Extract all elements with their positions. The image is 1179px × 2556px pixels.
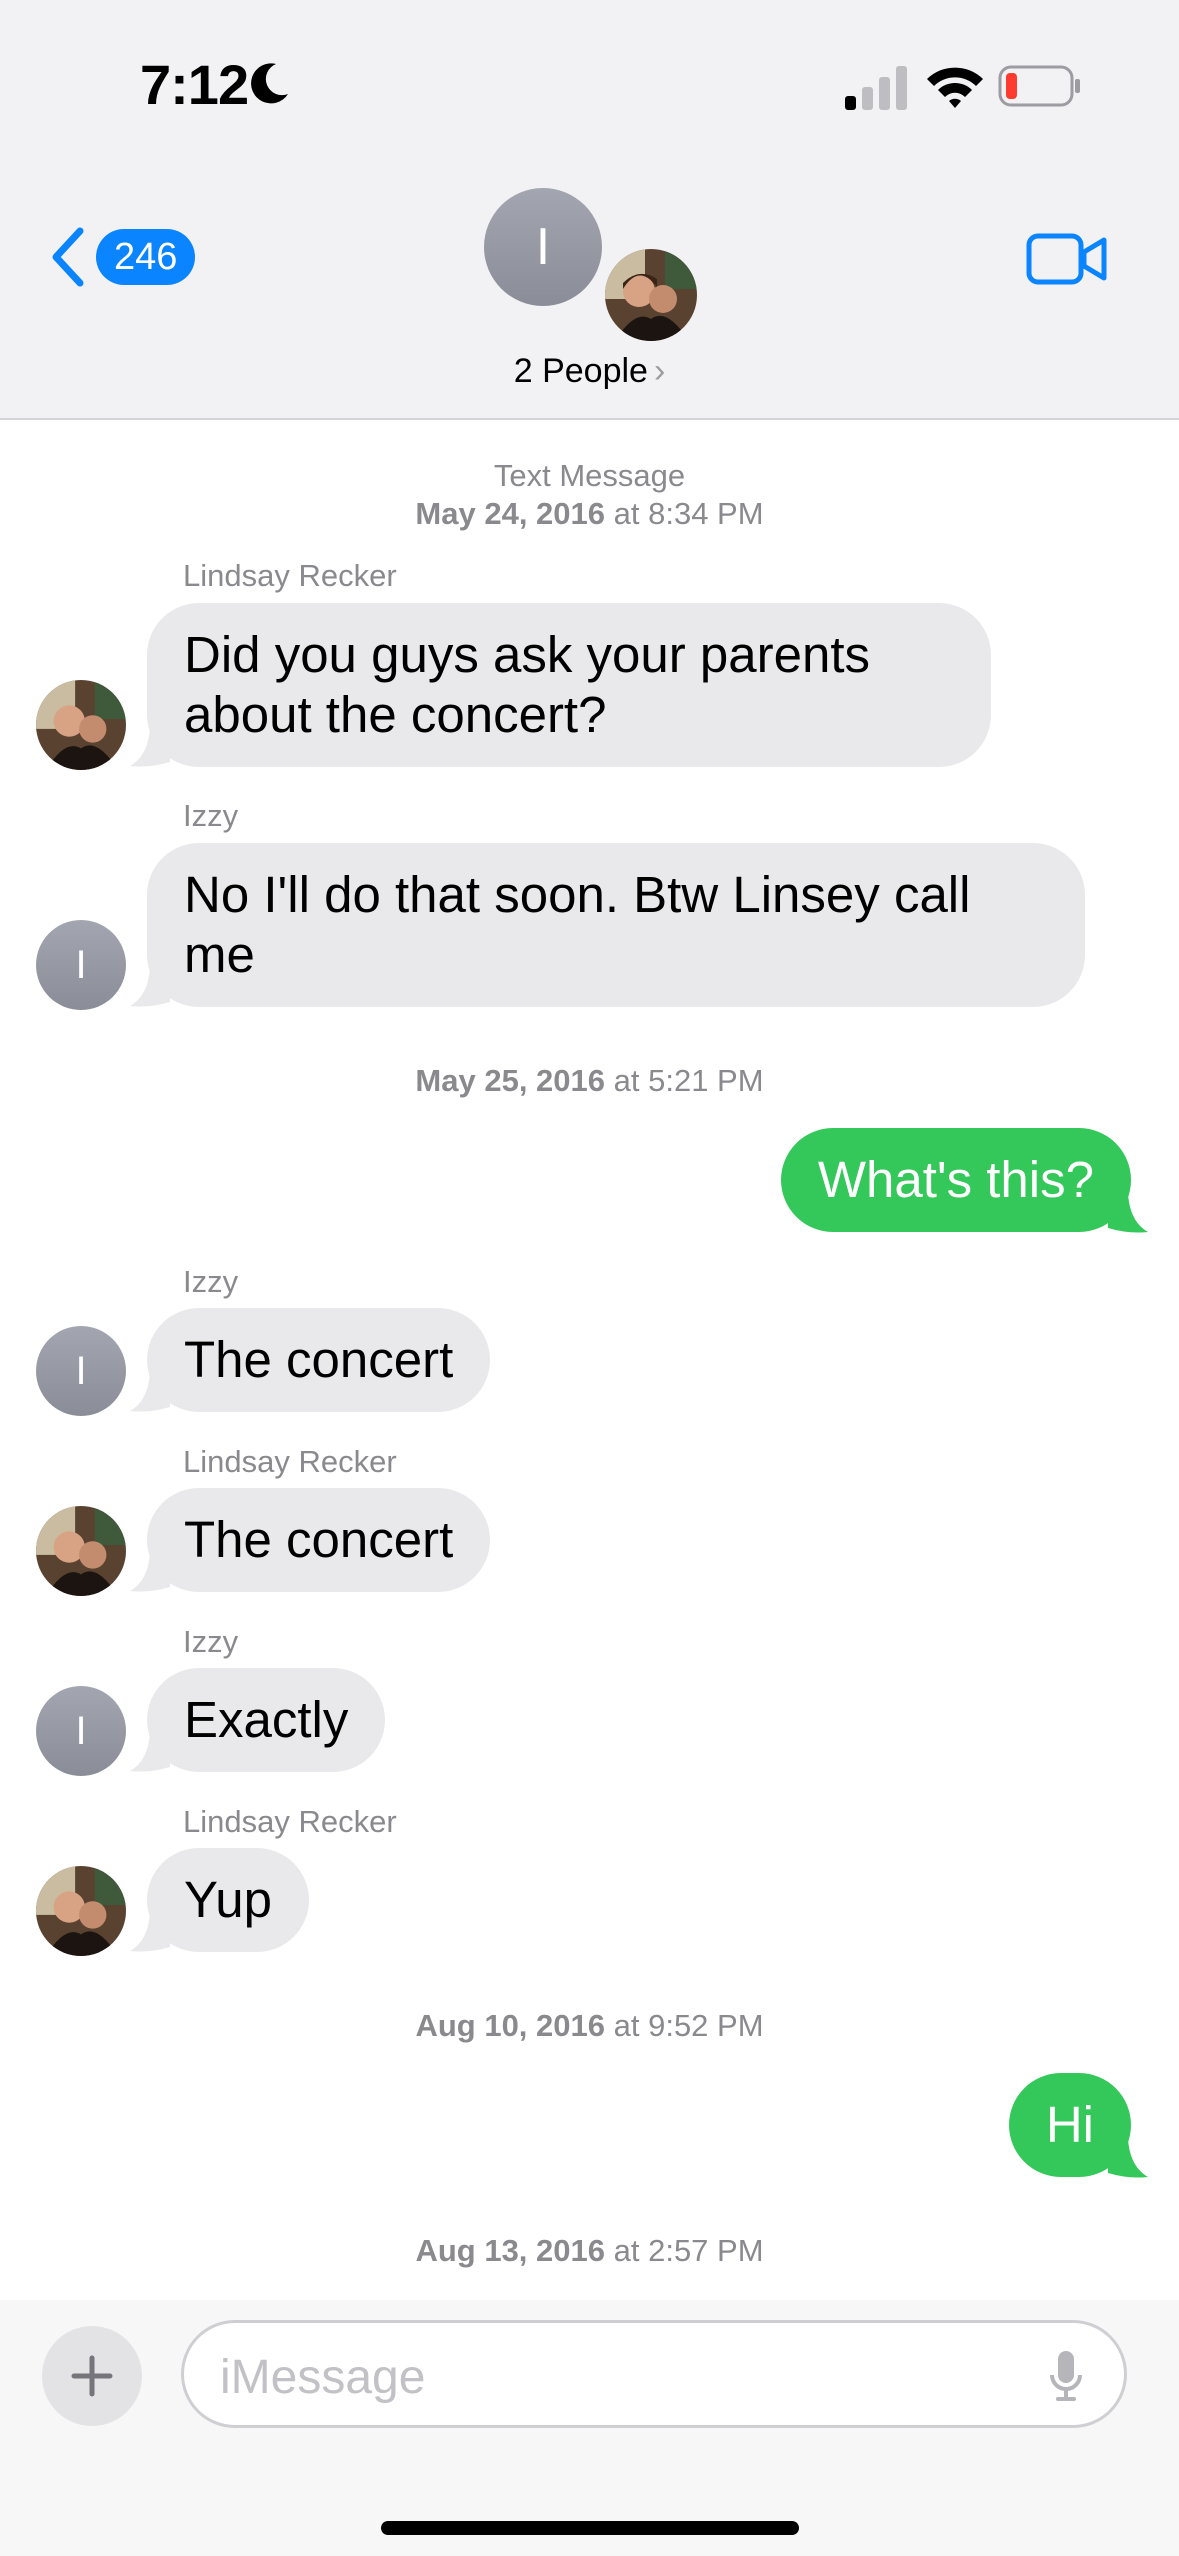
- message-input-placeholder: iMessage: [220, 2351, 426, 2404]
- avatar[interactable]: I: [36, 1686, 126, 1776]
- conversation-header: 246 I 2 People ›: [0, 160, 1179, 420]
- message-bubble-sent[interactable]: What's this?: [780, 1128, 1131, 1232]
- apps-button[interactable]: [42, 2326, 142, 2426]
- timestamp: Aug 13, 2016 at 2:57 PM: [415, 2233, 764, 2268]
- message-bubble[interactable]: Yup: [147, 1848, 309, 1952]
- battery-icon: [998, 65, 1080, 107]
- message-bubble[interactable]: The concert: [147, 1308, 491, 1412]
- back-button[interactable]: 246: [48, 225, 196, 289]
- avatar[interactable]: I: [36, 920, 126, 1010]
- group-avatar[interactable]: I: [484, 188, 602, 306]
- message-type-label: Text Message: [493, 458, 686, 493]
- plus-icon: [71, 2355, 113, 2397]
- avatar[interactable]: [36, 680, 126, 770]
- signal-icon: [845, 66, 907, 110]
- group-photo-avatar[interactable]: [602, 246, 700, 344]
- message-input[interactable]: iMessage: [181, 2320, 1127, 2428]
- wifi-icon: [927, 67, 983, 108]
- status-bar: 7:12: [0, 0, 1179, 160]
- message-bubble[interactable]: No I'll do that soon. Btw Linsey call me: [147, 843, 1085, 1007]
- timestamp: May 24, 2016 at 8:34 PM: [415, 496, 764, 531]
- moon-icon: [251, 63, 288, 104]
- microphone-icon[interactable]: [1048, 2349, 1084, 2403]
- chevron-right-icon: ›: [653, 352, 666, 390]
- timestamp: May 25, 2016 at 5:21 PM: [415, 1063, 764, 1098]
- avatar[interactable]: [36, 1866, 126, 1956]
- back-chevron-icon: [52, 227, 84, 287]
- message-bubble[interactable]: Did you guys ask your parents about the …: [147, 603, 991, 767]
- people-label: 2 People: [513, 352, 648, 390]
- status-time: 7:12: [140, 53, 249, 116]
- sender-name: Lindsay Recker: [183, 558, 397, 593]
- sender-name: Izzy: [183, 798, 239, 833]
- sender-name: Izzy: [183, 1264, 239, 1299]
- video-camera-icon[interactable]: [1026, 230, 1108, 288]
- sender-name: Izzy: [183, 1624, 239, 1659]
- sender-name: Lindsay Recker: [183, 1444, 397, 1479]
- avatar[interactable]: I: [36, 1326, 126, 1416]
- bubble-tail: [1108, 1194, 1148, 1233]
- group-members-link[interactable]: 2 People ›: [0, 352, 1179, 391]
- message-bubble[interactable]: The concert: [147, 1488, 491, 1592]
- bubble-tail: [1108, 2139, 1148, 2178]
- home-indicator[interactable]: [381, 2521, 799, 2535]
- sender-name: Lindsay Recker: [183, 1804, 397, 1839]
- avatar[interactable]: [36, 1506, 126, 1596]
- timestamp: Aug 10, 2016 at 9:52 PM: [415, 2008, 764, 2043]
- message-bubble[interactable]: Exactly: [147, 1668, 386, 1772]
- compose-bar: iMessage: [0, 2300, 1179, 2556]
- unread-count-badge: 246: [96, 229, 196, 285]
